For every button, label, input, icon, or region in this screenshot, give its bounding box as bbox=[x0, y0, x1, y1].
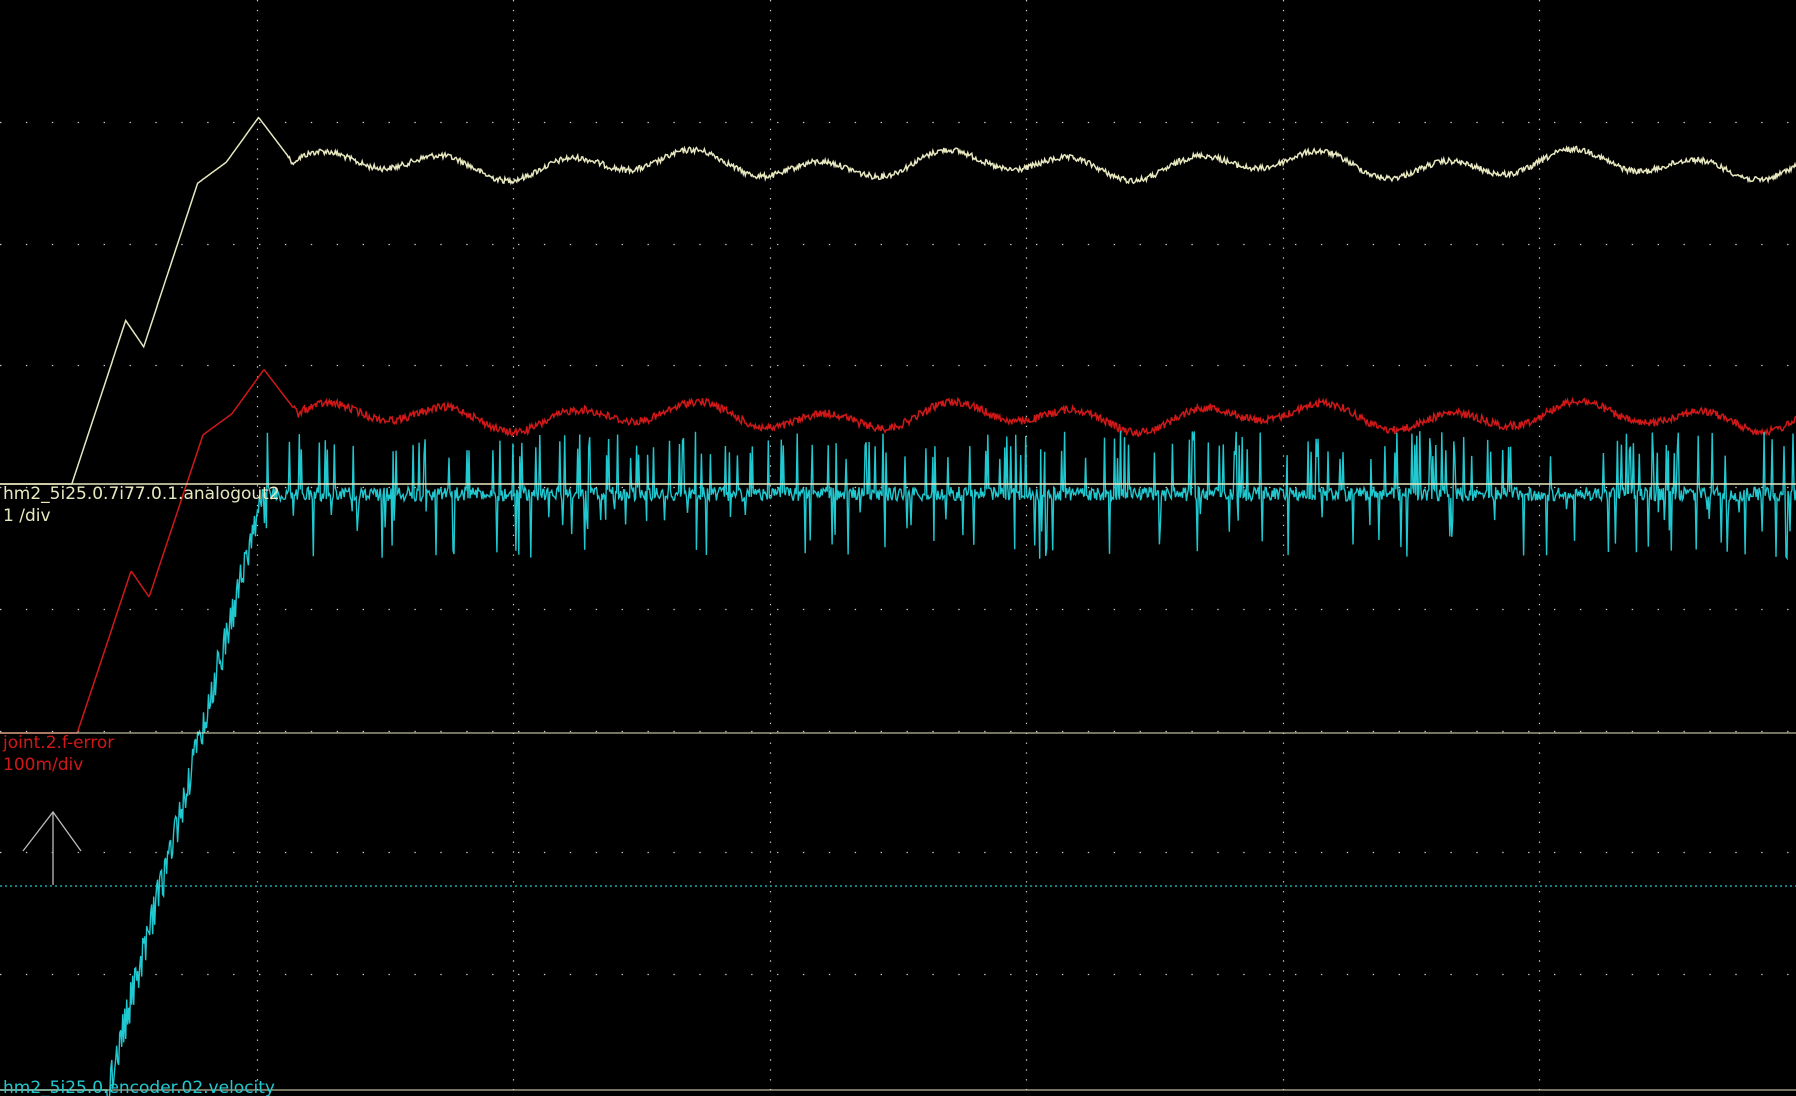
analogout-name-label: hm2_5i25.0.7i77.0.1.analogout2 bbox=[3, 484, 280, 504]
scope-plot: hm2_5i25.0.7i77.0.1.analogout2 1 /div jo… bbox=[0, 0, 1796, 1096]
analogout-scale-label: 1 /div bbox=[3, 506, 51, 526]
ferror-name-label: joint.2.f-error bbox=[2, 733, 114, 753]
velocity-name-label: hm2_5i25.0.encoder.02.velocity bbox=[3, 1078, 275, 1096]
plot-background bbox=[0, 0, 1796, 1096]
ferror-scale-label: 100m/div bbox=[3, 755, 83, 775]
